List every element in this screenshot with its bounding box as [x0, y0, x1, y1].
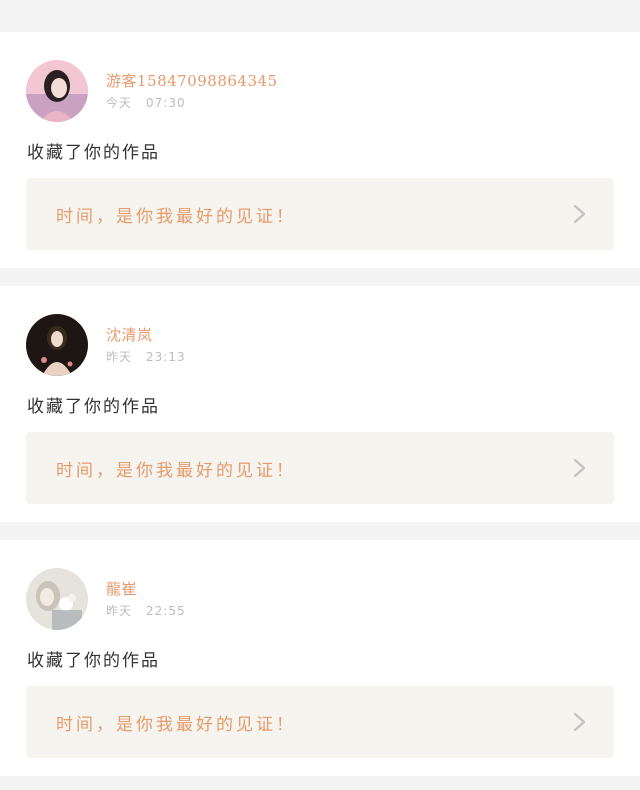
user-name[interactable]: 沈清岚	[106, 324, 153, 345]
date-label: 昨天	[106, 604, 133, 618]
time-label: 22:55	[146, 604, 186, 618]
work-link[interactable]: 时间，是你我最好的见证！	[26, 686, 614, 758]
notification-card: 龍崔 昨天 22:55 收藏了你的作品 时间，是你我最好的见证！	[0, 540, 640, 776]
date-label: 今天	[106, 96, 133, 110]
user-name[interactable]: 龍崔	[106, 578, 137, 599]
avatar[interactable]	[26, 60, 88, 122]
timestamp: 昨天 23:13	[106, 348, 186, 365]
avatar-image	[26, 314, 88, 376]
work-link[interactable]: 时间，是你我最好的见证！	[26, 432, 614, 504]
timestamp: 今天 07:30	[106, 94, 186, 111]
work-link[interactable]: 时间，是你我最好的见证！	[26, 178, 614, 250]
avatar[interactable]	[26, 568, 88, 630]
chevron-right-icon	[572, 712, 588, 732]
chevron-right-icon	[572, 458, 588, 478]
timestamp: 昨天 22:55	[106, 602, 186, 619]
notification-feed: 游客15847098864345 今天 07:30 收藏了你的作品 时间，是你我最…	[0, 0, 640, 790]
notification-card: 游客15847098864345 今天 07:30 收藏了你的作品 时间，是你我最…	[0, 32, 640, 268]
avatar[interactable]	[26, 314, 88, 376]
time-label: 23:13	[146, 350, 186, 364]
work-title: 时间，是你我最好的见证！	[56, 207, 296, 227]
action-text: 收藏了你的作品	[27, 397, 160, 417]
action-text: 收藏了你的作品	[27, 651, 160, 671]
notification-card: 沈清岚 昨天 23:13 收藏了你的作品 时间，是你我最好的见证！	[0, 286, 640, 522]
avatar-image	[26, 60, 88, 122]
chevron-right-icon	[572, 204, 588, 224]
date-label: 昨天	[106, 350, 133, 364]
time-label: 07:30	[146, 96, 186, 110]
user-name[interactable]: 游客15847098864345	[106, 70, 278, 91]
action-text: 收藏了你的作品	[27, 143, 160, 163]
work-title: 时间，是你我最好的见证！	[56, 715, 296, 735]
avatar-image	[26, 568, 88, 630]
work-title: 时间，是你我最好的见证！	[56, 461, 296, 481]
